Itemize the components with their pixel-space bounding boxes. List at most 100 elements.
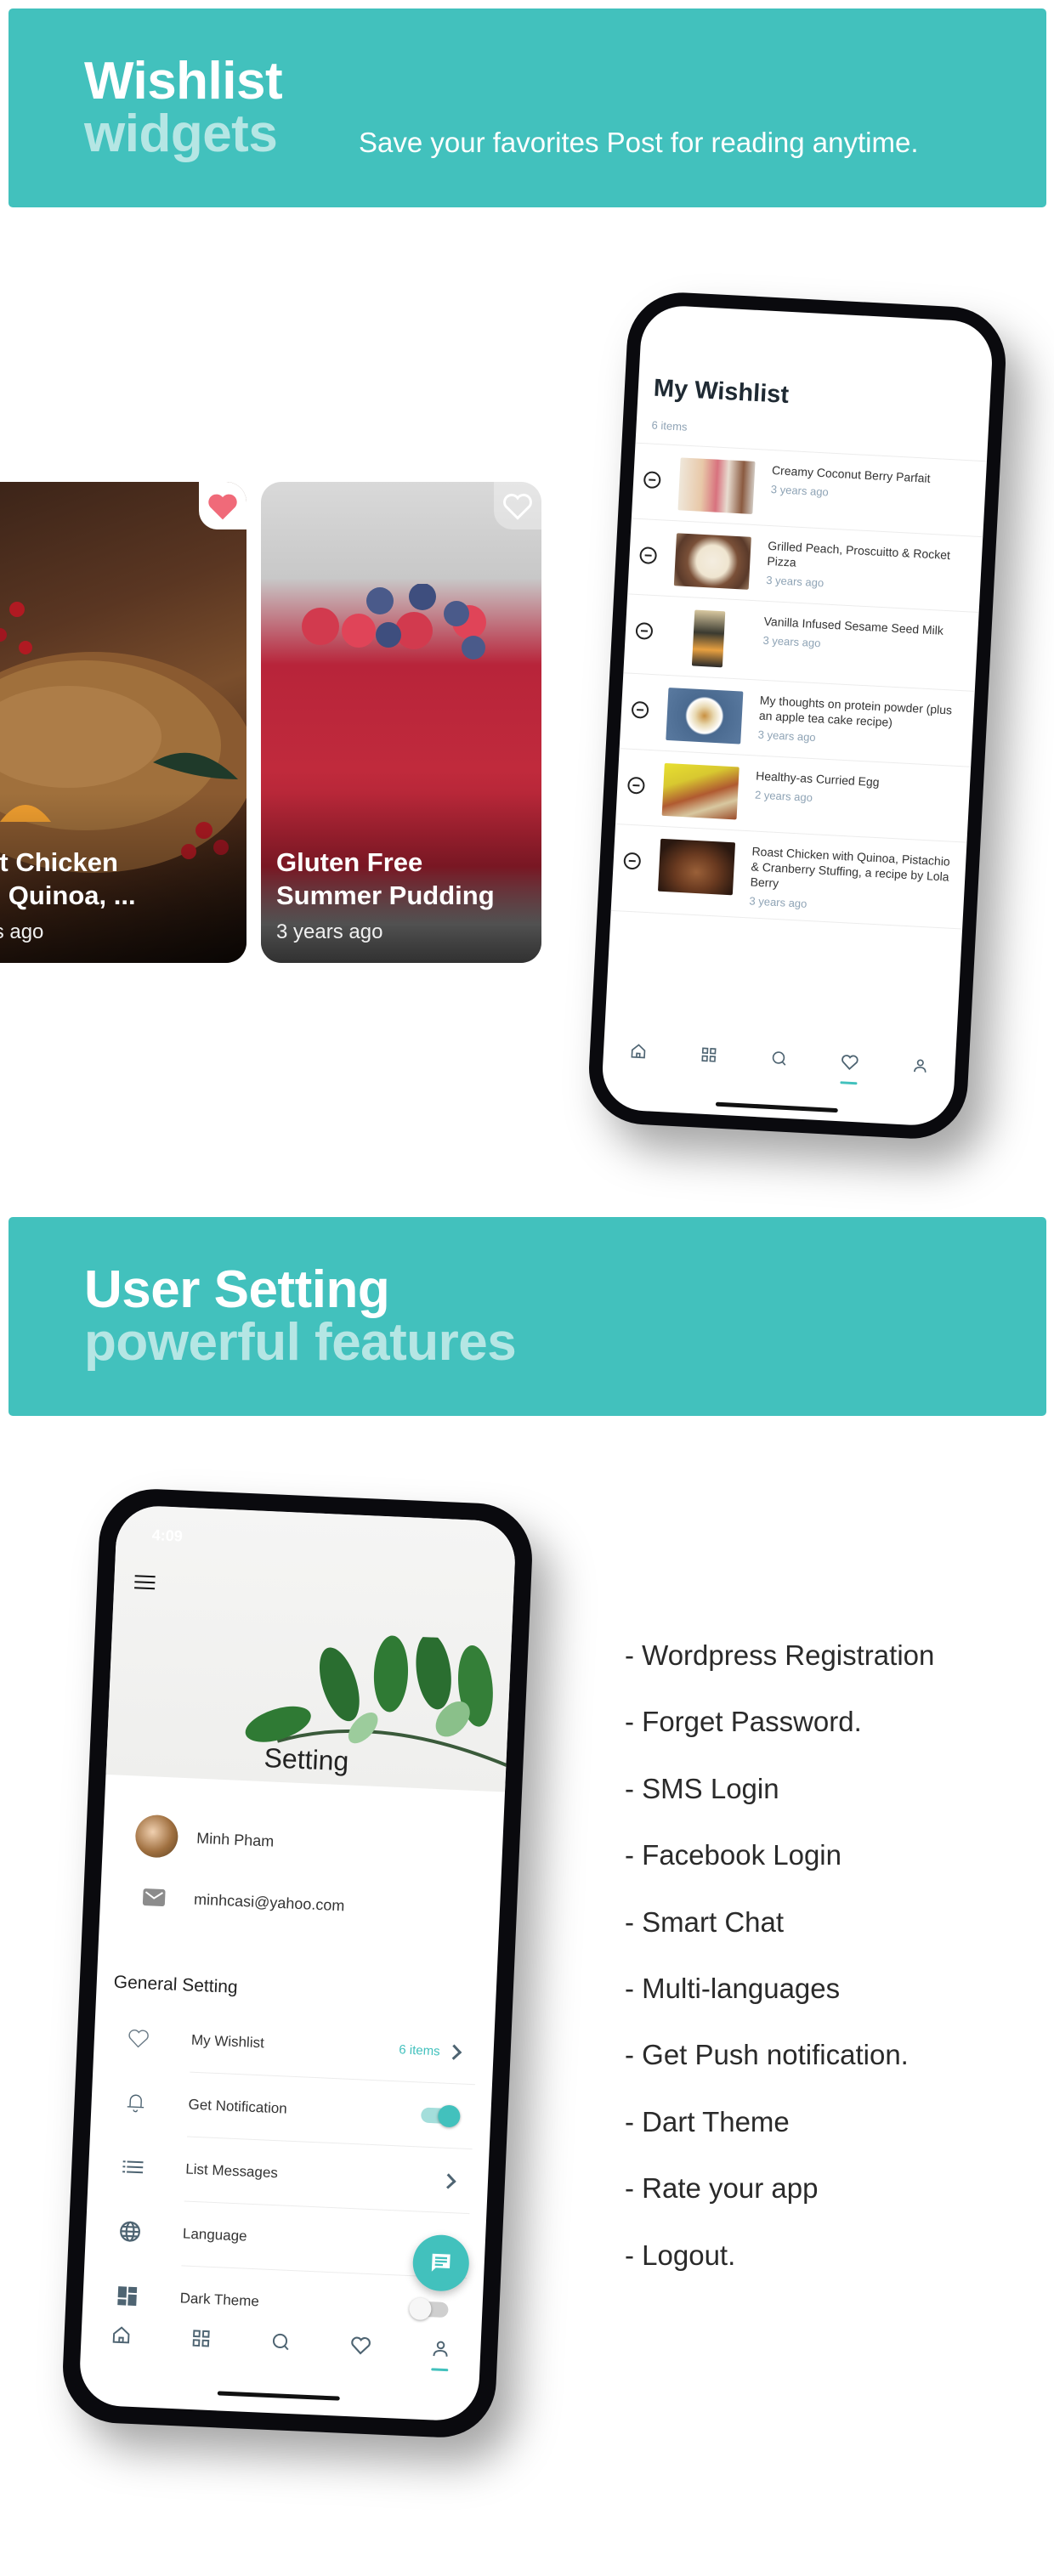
user-icon: [913, 1059, 926, 1073]
favorite-button[interactable]: [199, 482, 246, 529]
bottom-nav: [603, 1033, 956, 1085]
wishlist-count: 6 items: [398, 2041, 441, 2058]
remove-icon[interactable]: [635, 621, 654, 640]
card-title: Gluten Free Summer Pudding: [276, 847, 495, 910]
setting-label: Dark Theme: [179, 2290, 260, 2310]
nav-wishlist[interactable]: [832, 1045, 868, 1085]
phone-mockup-settings: 4:09 Setting Minh Pham minhcasi@yahoo.co…: [60, 1486, 535, 2440]
nav-home[interactable]: [104, 2318, 139, 2353]
card-title: oast Chickenvith Quinoa, ...: [0, 847, 136, 910]
globe-icon: [120, 2221, 140, 2242]
section-title: General Setting: [113, 1972, 239, 1997]
phone-mockup-wishlist: My Wishlist 6 items Creamy Coconut Berry…: [586, 290, 1009, 1141]
feature-list: - Wordpress Registration - Forget Passwo…: [625, 1639, 934, 2305]
search-icon: [772, 1051, 786, 1066]
remove-icon[interactable]: [643, 471, 661, 490]
home-icon: [631, 1044, 646, 1059]
home-indicator: [217, 2391, 340, 2401]
settings-banner: User Setting powerful features: [8, 1217, 1046, 1416]
setting-label: Language: [182, 2225, 247, 2245]
banner-title: User Setting: [84, 1260, 390, 1319]
settings-header: 4:09 Setting: [105, 1504, 517, 1792]
setting-label: Get Notification: [188, 2096, 288, 2117]
profile-section: Minh Pham minhcasi@yahoo.com: [132, 1805, 487, 1943]
remove-icon[interactable]: [631, 700, 649, 719]
nav-home[interactable]: [620, 1033, 656, 1069]
user-email: minhcasi@yahoo.com: [193, 1890, 345, 1914]
nav-profile[interactable]: [423, 2331, 459, 2372]
active-indicator: [431, 2368, 449, 2372]
wishlist-screen: My Wishlist 6 items Creamy Coconut Berry…: [600, 303, 994, 1128]
item-title: My thoughts on protein powder (plus an a…: [758, 693, 953, 729]
wishlist-list: Creamy Coconut Berry Parfait 3 years ago …: [610, 442, 987, 930]
menu-icon[interactable]: [134, 1575, 156, 1594]
post-card[interactable]: Gluten Free Summer Pudding 3 years ago: [261, 482, 541, 963]
remove-icon[interactable]: [626, 776, 645, 795]
banner-title-accent: widgets: [84, 105, 278, 163]
nav-categories[interactable]: [184, 2321, 219, 2357]
item-count: 6 items: [651, 418, 688, 433]
settings-screen: 4:09 Setting Minh Pham minhcasi@yahoo.co…: [78, 1504, 517, 2422]
list-icon: [122, 2160, 144, 2174]
item-thumbnail: [691, 609, 726, 668]
feature-item: - Multi-languages: [625, 1972, 841, 2004]
bell-icon: [127, 2094, 144, 2113]
heart-filled-icon: [208, 494, 237, 520]
feature-item: - Get Push notification.: [625, 2039, 909, 2071]
grid-icon: [701, 1047, 717, 1062]
chat-icon: [431, 2253, 450, 2272]
banner-subtitle: Save your favorites Post for reading any…: [359, 127, 919, 158]
feature-item: - Logout.: [625, 2239, 736, 2271]
card-date: 3 years ago: [276, 920, 383, 943]
setting-label: List Messages: [184, 2160, 279, 2182]
feature-item: - SMS Login: [625, 1772, 779, 1804]
search-icon: [272, 2333, 289, 2351]
wishlist-banner: Wishlist widgets Save your favorites Pos…: [8, 8, 1046, 207]
home-indicator: [715, 1101, 838, 1113]
user-name: Minh Pham: [196, 1829, 275, 1850]
item-thumbnail: [673, 533, 751, 590]
banner-title-accent: powerful features: [84, 1313, 517, 1372]
nav-profile[interactable]: [902, 1048, 938, 1084]
banner-title: Wishlist: [84, 52, 283, 110]
nav-categories[interactable]: [691, 1037, 727, 1073]
user-icon: [433, 2341, 448, 2357]
grid-icon: [192, 2330, 210, 2347]
heart-icon: [351, 2336, 371, 2355]
page-title: My Wishlist: [653, 374, 790, 409]
feature-item: - Rate your app: [625, 2172, 819, 2205]
home-icon: [112, 2326, 130, 2344]
list-item[interactable]: Roast Chicken with Quinoa, Pistachio & C…: [610, 823, 967, 930]
item-thumbnail: [661, 762, 740, 820]
nav-search[interactable]: [264, 2324, 299, 2360]
item-thumbnail: [657, 838, 736, 896]
notification-toggle[interactable]: [420, 2104, 461, 2128]
mail-icon: [142, 1888, 166, 1907]
favorite-button[interactable]: [494, 482, 541, 529]
remove-icon[interactable]: [623, 852, 642, 870]
feature-item: - Dart Theme: [625, 2105, 790, 2137]
item-title: Roast Chicken with Quinoa, Pistachio & C…: [750, 844, 951, 891]
item-title: Grilled Peach, Proscuitto & Rocket Pizza: [767, 538, 951, 569]
active-indicator: [840, 1081, 858, 1085]
heart-outline-icon: [128, 2030, 149, 2048]
nav-wishlist[interactable]: [343, 2328, 379, 2364]
card-date: years ago: [0, 920, 44, 943]
settings-list: My Wishlist 6 items Get Notification Lis…: [99, 2005, 478, 2343]
heart-outline-icon: [503, 493, 532, 520]
feature-item: - Facebook Login: [625, 1839, 842, 1871]
remove-icon[interactable]: [639, 546, 658, 565]
avatar: [134, 1814, 179, 1859]
feature-item: - Smart Chat: [625, 1905, 785, 1938]
dark-theme-toggle[interactable]: [408, 2297, 449, 2321]
chevron-right-icon: [445, 2043, 462, 2060]
dashboard-icon: [117, 2286, 138, 2307]
feature-item: - Forget Password.: [625, 1706, 862, 1738]
feature-item: - Wordpress Registration: [625, 1639, 935, 1671]
nav-search[interactable]: [762, 1040, 797, 1076]
item-thumbnail: [666, 688, 744, 744]
setting-label: My Wishlist: [190, 2031, 265, 2052]
status-time: 4:09: [151, 1526, 184, 1545]
card-image: [302, 584, 486, 660]
post-card[interactable]: oast Chickenvith Quinoa, ... years ago: [0, 482, 246, 963]
